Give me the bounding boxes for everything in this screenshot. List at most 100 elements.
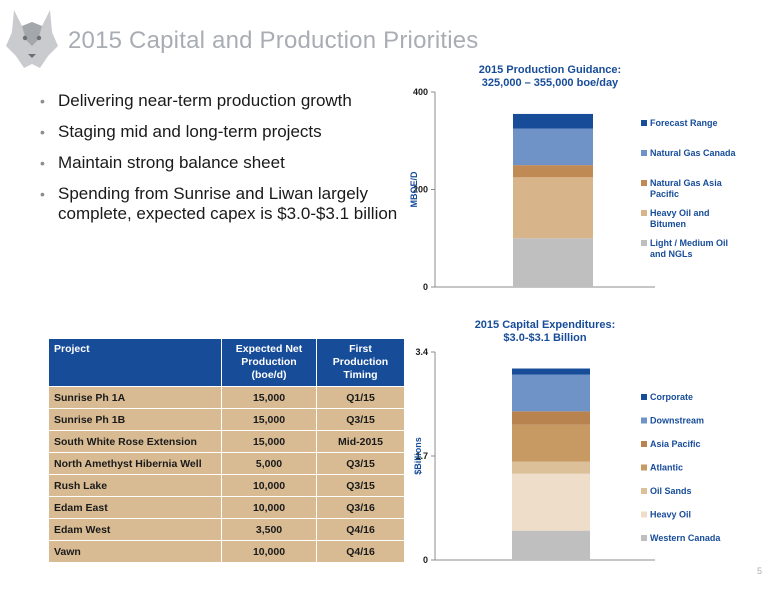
project-table-container: Project Expected Net Production (boe/d) … bbox=[48, 338, 405, 563]
bar-segment bbox=[512, 411, 590, 425]
chart-svg: 2015 Production Guidance:325,000 – 355,0… bbox=[409, 64, 737, 292]
bar-segment bbox=[513, 177, 593, 239]
bar-segment bbox=[513, 165, 593, 178]
cell-production: 15,000 bbox=[221, 408, 317, 431]
bullet-item: Spending from Sunrise and Liwan largely … bbox=[40, 184, 400, 224]
y-tick-label: 3.4 bbox=[415, 347, 428, 357]
cell-timing: Mid-2015 bbox=[316, 430, 405, 453]
table-row: South White Rose Extension 15,000 Mid-2015 bbox=[48, 430, 405, 453]
legend-swatch bbox=[641, 441, 647, 447]
y-axis-label: $Billions bbox=[413, 437, 423, 475]
chart-title: 2015 Production Guidance: bbox=[479, 64, 621, 76]
bar-segment bbox=[512, 530, 590, 560]
cell-project: Vawn bbox=[48, 540, 222, 563]
bar-segment bbox=[513, 238, 593, 287]
cell-production: 10,000 bbox=[221, 496, 317, 519]
cell-timing: Q3/15 bbox=[316, 474, 405, 497]
bar-segment bbox=[513, 113, 593, 129]
cell-timing: Q4/16 bbox=[316, 540, 405, 563]
legend-label: Atlantic bbox=[650, 463, 683, 473]
bar-segment bbox=[512, 424, 590, 462]
legend-swatch bbox=[641, 180, 647, 186]
chart-title: 2015 Capital Expenditures: bbox=[475, 319, 616, 331]
bullet-item: Maintain strong balance sheet bbox=[40, 153, 400, 173]
cell-timing: Q3/15 bbox=[316, 408, 405, 431]
cell-production: 10,000 bbox=[221, 474, 317, 497]
cell-timing: Q3/16 bbox=[316, 496, 405, 519]
table-row: North Amethyst Hibernia Well 5,000 Q3/15 bbox=[48, 452, 405, 475]
husky-logo bbox=[6, 10, 58, 68]
legend-label: Natural Gas Canada bbox=[650, 148, 737, 158]
header-first-production: First Production Timing bbox=[316, 338, 405, 387]
bullet-item: Delivering near-term production growth bbox=[40, 91, 400, 111]
y-tick-label: 0 bbox=[423, 282, 428, 292]
cell-timing: Q1/15 bbox=[316, 386, 405, 409]
bar-segment bbox=[512, 473, 590, 531]
cell-project: Edam West bbox=[48, 518, 222, 541]
chart-subtitle: 325,000 – 355,000 boe/day bbox=[482, 77, 619, 89]
legend-swatch bbox=[641, 210, 647, 216]
legend-label: Western Canada bbox=[650, 533, 721, 543]
cell-project: Edam East bbox=[48, 496, 222, 519]
y-axis-label: MBOE/D bbox=[409, 171, 419, 208]
legend-label: Heavy Oil and Bitumen bbox=[650, 208, 710, 229]
cell-production: 10,000 bbox=[221, 540, 317, 563]
production-guidance-chart: 2015 Production Guidance: 325,000 – 355,0… bbox=[405, 60, 775, 300]
table-row: Sunrise Ph 1B 15,000 Q3/15 bbox=[48, 408, 405, 431]
legend-label-line: Bitumen bbox=[650, 219, 686, 229]
legend-label: Downstream bbox=[650, 416, 704, 426]
legend-swatch bbox=[641, 417, 647, 424]
cell-project: Rush Lake bbox=[48, 474, 222, 497]
table-row: Rush Lake 10,000 Q3/15 bbox=[48, 474, 405, 497]
legend-label: Natural Gas Asia Pacific bbox=[650, 178, 723, 199]
legend-label: Light / Medium Oil and NGLs bbox=[650, 238, 728, 259]
cell-production: 5,000 bbox=[221, 452, 317, 475]
legend-label-line: and NGLs bbox=[650, 249, 693, 259]
legend-label: Forecast Range bbox=[650, 118, 718, 128]
header-project: Project bbox=[48, 338, 222, 387]
legend-label: Oil Sands bbox=[650, 486, 692, 496]
bullet-item: Staging mid and long-term projects bbox=[40, 122, 400, 142]
page-number: 5 bbox=[756, 566, 762, 576]
legend-swatch bbox=[641, 394, 647, 400]
cell-timing: Q3/15 bbox=[316, 452, 405, 475]
project-table: Project Expected Net Production (boe/d) … bbox=[48, 338, 405, 563]
bar-segment bbox=[513, 128, 593, 166]
bar-segment bbox=[512, 461, 590, 474]
legend-label-line: Heavy Oil and bbox=[650, 208, 710, 218]
y-tick-label: 0 bbox=[423, 555, 428, 565]
legend-label-line: Natural Gas Asia bbox=[650, 178, 723, 188]
legend-swatch bbox=[641, 511, 647, 518]
table-row: Edam East 10,000 Q3/16 bbox=[48, 496, 405, 519]
chart-svg: 2015 Capital Expenditures:$3.0-$3.1 Bill… bbox=[413, 319, 721, 565]
table-row: Vawn 10,000 Q4/16 bbox=[48, 540, 405, 563]
bar-segment bbox=[512, 374, 590, 412]
cell-project: North Amethyst Hibernia Well bbox=[48, 452, 222, 475]
cell-production: 15,000 bbox=[221, 430, 317, 453]
legend-label: Heavy Oil bbox=[650, 510, 691, 520]
legend-swatch bbox=[641, 488, 647, 494]
header-expected-production: Expected Net Production (boe/d) bbox=[221, 338, 317, 387]
cell-production: 3,500 bbox=[221, 518, 317, 541]
legend-label-line: Light / Medium Oil bbox=[650, 238, 728, 248]
legend-label-line: Pacific bbox=[650, 189, 679, 199]
legend-label: Asia Pacific bbox=[650, 439, 701, 449]
legend-swatch bbox=[641, 464, 647, 471]
y-tick-label: 400 bbox=[413, 87, 428, 97]
legend-label: Corporate bbox=[650, 392, 693, 402]
table-row: Edam West 3,500 Q4/16 bbox=[48, 518, 405, 541]
table-header-row: Project Expected Net Production (boe/d) … bbox=[48, 338, 405, 387]
legend-swatch bbox=[641, 535, 647, 541]
cell-production: 15,000 bbox=[221, 386, 317, 409]
legend-swatch bbox=[641, 120, 647, 126]
legend-swatch bbox=[641, 240, 647, 246]
cell-project: South White Rose Extension bbox=[48, 430, 222, 453]
chart-subtitle: $3.0-$3.1 Billion bbox=[503, 332, 586, 344]
slide-title: 2015 Capital and Production Priorities bbox=[68, 27, 479, 54]
cell-project: Sunrise Ph 1A bbox=[48, 386, 222, 409]
cell-project: Sunrise Ph 1B bbox=[48, 408, 222, 431]
table-row: Sunrise Ph 1A 15,000 Q1/15 bbox=[48, 386, 405, 409]
cell-timing: Q4/16 bbox=[316, 518, 405, 541]
bar-segment bbox=[512, 368, 590, 375]
legend-swatch bbox=[641, 150, 647, 156]
